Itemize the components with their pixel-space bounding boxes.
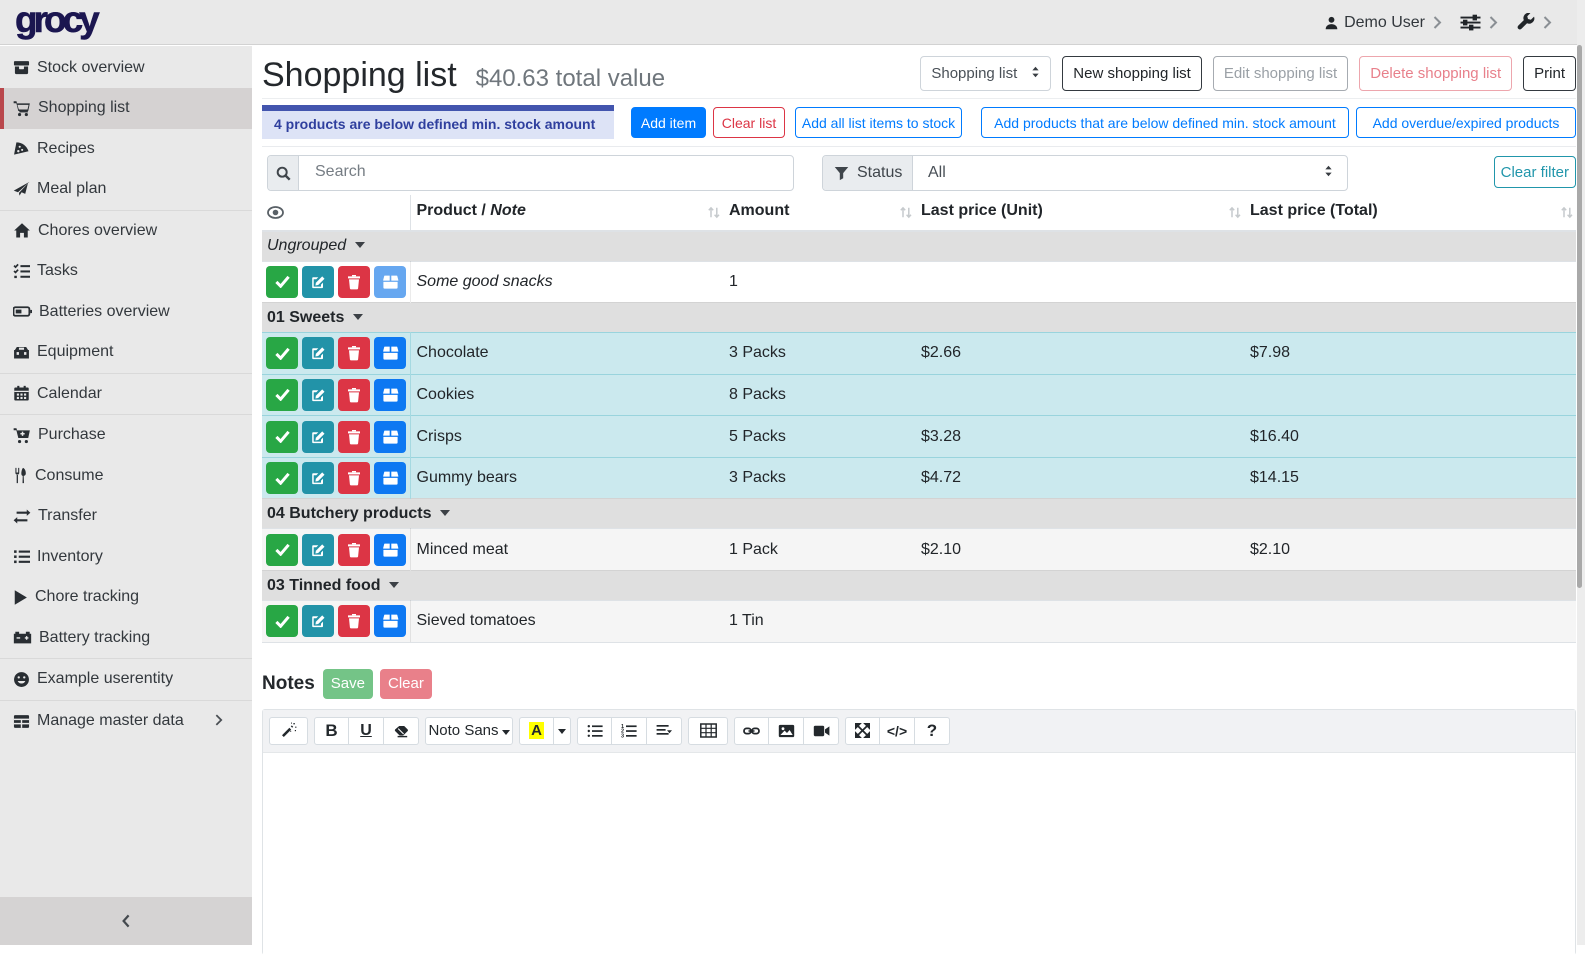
svg-text:3: 3 [621,733,624,738]
